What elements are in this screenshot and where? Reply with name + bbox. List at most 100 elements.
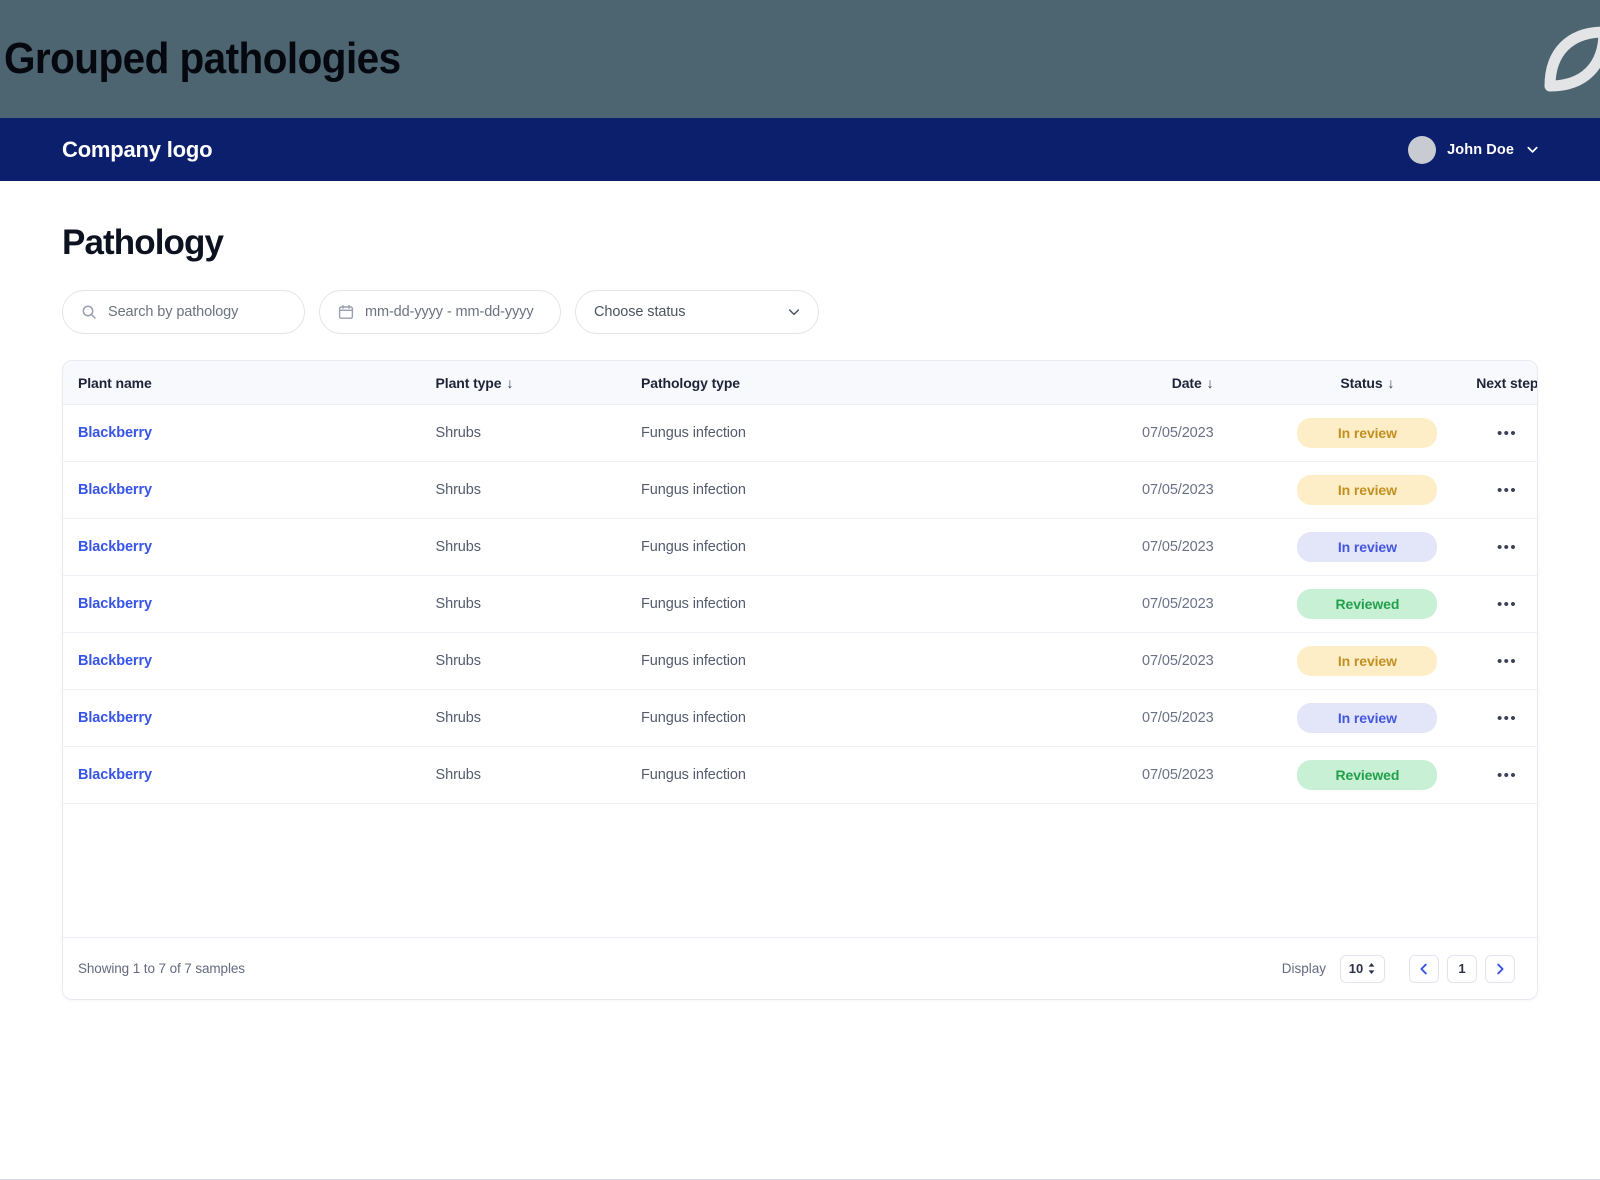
- main-content: Pathology Search by pathology mm-dd-yyyy…: [0, 181, 1600, 1179]
- pathology-table: Plant name Plant type ↓ Pathology type Da…: [63, 361, 1537, 804]
- cell-pathology-type: Fungus infection: [641, 746, 1031, 804]
- pagination-controls: Display 10 1: [1281, 954, 1515, 983]
- leaf-logo-icon: [1540, 22, 1600, 96]
- cell-status: In review: [1258, 461, 1477, 519]
- plant-name-link[interactable]: Blackberry: [78, 425, 152, 441]
- cell-date: 07/05/2023: [1030, 518, 1259, 576]
- cell-plant-type: Shrubs: [435, 461, 642, 519]
- display-label: Display: [1281, 961, 1326, 976]
- page-banner: Grouped pathologies: [0, 0, 1600, 118]
- column-label: Plant type: [435, 375, 502, 391]
- prev-page-button[interactable]: [1409, 954, 1439, 983]
- page-title: Pathology: [62, 223, 224, 262]
- cell-plant-name: Blackberry: [63, 404, 436, 462]
- column-header-status[interactable]: Status ↓: [1258, 361, 1477, 405]
- status-badge: Reviewed: [1297, 760, 1438, 790]
- ellipsis-icon[interactable]: •••: [1495, 422, 1519, 445]
- cell-pathology-type: Fungus infection: [641, 404, 1031, 462]
- table-head: Plant name Plant type ↓ Pathology type Da…: [63, 361, 1537, 405]
- cell-pathology-type: Fungus infection: [641, 632, 1031, 690]
- status-badge: In review: [1297, 475, 1438, 505]
- column-header-next-step: Next step: [1476, 361, 1537, 405]
- cell-date: 07/05/2023: [1030, 575, 1259, 633]
- cell-status: In review: [1258, 404, 1477, 462]
- ellipsis-icon[interactable]: •••: [1495, 764, 1519, 787]
- plant-name-link[interactable]: Blackberry: [78, 767, 152, 783]
- page-size-select[interactable]: 10: [1340, 954, 1385, 983]
- cell-plant-name: Blackberry: [63, 746, 436, 804]
- cell-status: Reviewed: [1258, 575, 1477, 633]
- user-name: John Doe: [1447, 141, 1514, 158]
- column-label: Pathology type: [641, 375, 740, 391]
- sort-desc-icon[interactable]: ↓: [506, 375, 513, 391]
- ellipsis-icon[interactable]: •••: [1495, 536, 1519, 559]
- user-menu[interactable]: John Doe: [1408, 135, 1540, 164]
- table-row: Blackberry Shrubs Fungus infection 07/05/20…: [63, 746, 1537, 804]
- plant-name-link[interactable]: Blackberry: [78, 596, 152, 612]
- table-row: Blackberry Shrubs Fungus infection 07/05/20…: [63, 461, 1537, 519]
- current-page[interactable]: 1: [1447, 954, 1477, 983]
- company-logo[interactable]: Company logo: [62, 137, 213, 163]
- cell-pathology-type: Fungus infection: [641, 575, 1031, 633]
- app-window: Company logo John Doe Pathology Search b…: [0, 118, 1600, 1180]
- cell-plant-type: Shrubs: [435, 746, 642, 804]
- cell-plant-name: Blackberry: [63, 689, 436, 747]
- status-badge: Reviewed: [1297, 589, 1438, 619]
- ellipsis-icon[interactable]: •••: [1495, 593, 1519, 616]
- table-body: Blackberry Shrubs Fungus infection 07/05/20…: [63, 404, 1537, 804]
- status-badge: In review: [1297, 418, 1438, 448]
- plant-name-link[interactable]: Blackberry: [78, 482, 152, 498]
- cell-pathology-type: Fungus infection: [641, 689, 1031, 747]
- cell-plant-name: Blackberry: [63, 518, 436, 576]
- table-row: Blackberry Shrubs Fungus infection 07/05/20…: [63, 575, 1537, 633]
- banner-title: Grouped pathologies: [4, 34, 401, 83]
- cell-date: 07/05/2023: [1030, 632, 1259, 690]
- table-header-row: Plant name Plant type ↓ Pathology type Da…: [63, 361, 1537, 405]
- date-range-placeholder: mm-dd-yyyy - mm-dd-yyyy: [365, 304, 534, 320]
- chevron-down-icon: [786, 304, 802, 320]
- cell-date: 07/05/2023: [1030, 746, 1259, 804]
- cell-plant-name: Blackberry: [63, 575, 436, 633]
- search-placeholder: Search by pathology: [108, 304, 239, 320]
- chevron-left-icon: [1418, 963, 1430, 975]
- cell-next-step: •••: [1476, 518, 1537, 576]
- pager: 1: [1409, 954, 1515, 983]
- cell-next-step: •••: [1476, 632, 1537, 690]
- table-empty-area: [63, 804, 1537, 937]
- cell-next-step: •••: [1476, 746, 1537, 804]
- column-label: Next step: [1476, 375, 1538, 391]
- plant-name-link[interactable]: Blackberry: [78, 539, 152, 555]
- table-row: Blackberry Shrubs Fungus infection 07/05/20…: [63, 404, 1537, 462]
- date-range-input[interactable]: mm-dd-yyyy - mm-dd-yyyy: [319, 290, 561, 334]
- page-size-value: 10: [1348, 961, 1364, 976]
- filter-bar: Search by pathology mm-dd-yyyy - mm-dd-y…: [62, 290, 1538, 334]
- column-header-date[interactable]: Date ↓: [1030, 361, 1259, 405]
- column-header-plant-type[interactable]: Plant type ↓: [435, 361, 642, 405]
- column-header-pathology-type: Pathology type: [641, 361, 1031, 405]
- cell-status: In review: [1258, 632, 1477, 690]
- column-label: Date: [1171, 375, 1202, 391]
- status-select-value: Choose status: [594, 304, 686, 320]
- table-row: Blackberry Shrubs Fungus infection 07/05/20…: [63, 632, 1537, 690]
- ellipsis-icon[interactable]: •••: [1495, 707, 1519, 730]
- ellipsis-icon[interactable]: •••: [1495, 650, 1519, 673]
- cell-next-step: •••: [1476, 575, 1537, 633]
- cell-plant-type: Shrubs: [435, 518, 642, 576]
- status-select[interactable]: Choose status: [575, 290, 819, 334]
- cell-status: Reviewed: [1258, 746, 1477, 804]
- ellipsis-icon[interactable]: •••: [1495, 479, 1519, 502]
- cell-date: 07/05/2023: [1030, 404, 1259, 462]
- plant-name-link[interactable]: Blackberry: [78, 653, 152, 669]
- chevron-down-icon: [1525, 142, 1540, 157]
- plant-name-link[interactable]: Blackberry: [78, 710, 152, 726]
- column-header-plant-name: Plant name: [63, 361, 436, 405]
- cell-date: 07/05/2023: [1030, 689, 1259, 747]
- cell-next-step: •••: [1476, 404, 1537, 462]
- next-page-button[interactable]: [1485, 954, 1515, 983]
- cell-plant-type: Shrubs: [435, 575, 642, 633]
- search-input[interactable]: Search by pathology: [62, 290, 305, 334]
- status-badge: In review: [1297, 532, 1438, 562]
- sort-desc-icon[interactable]: ↓: [1388, 375, 1395, 391]
- sort-desc-icon[interactable]: ↓: [1207, 375, 1214, 391]
- cell-pathology-type: Fungus infection: [641, 518, 1031, 576]
